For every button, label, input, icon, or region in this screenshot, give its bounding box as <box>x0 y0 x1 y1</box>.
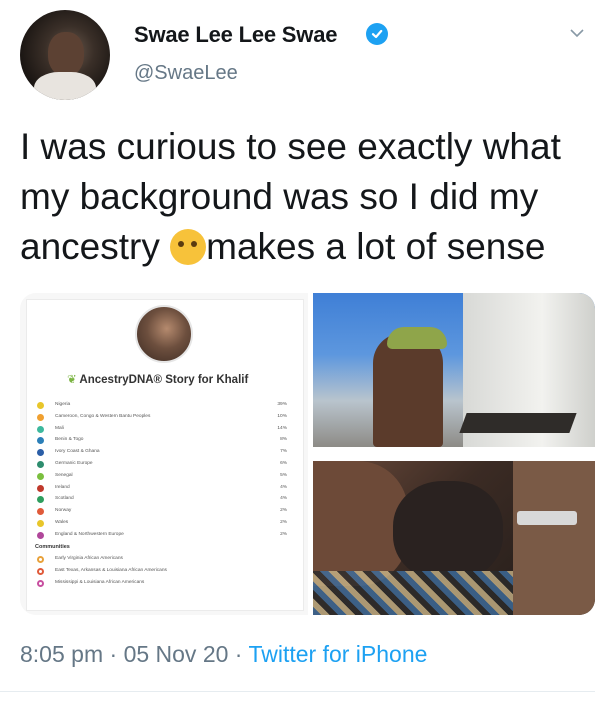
community-row: Early Virginia African Americans <box>35 554 295 566</box>
ancestry-region-row: Wales 2% <box>35 518 295 530</box>
region-percent: 2% <box>280 508 287 514</box>
ancestry-card-title: ❦ AncestryDNA® Story for Khalif <box>67 372 287 386</box>
region-label: Ireland <box>55 484 70 490</box>
ancestry-leaf-icon: ❦ <box>67 374 77 386</box>
communities-heading: Communities <box>35 543 70 550</box>
region-percent: 8% <box>280 437 287 443</box>
region-percent: 5% <box>280 472 287 478</box>
tweet-date[interactable]: 05 Nov 20 <box>124 641 229 667</box>
meta-separator: · <box>228 641 249 667</box>
ancestry-region-row: Nigeria 39% <box>35 400 295 412</box>
region-color-dot <box>37 413 44 421</box>
region-percent: 7% <box>280 449 287 455</box>
region-percent: 2% <box>280 531 287 537</box>
region-label: Benin & Togo <box>55 437 84 443</box>
ancestry-region-row: England & Northwestern Europe 2% <box>35 530 295 542</box>
region-label: Senegal <box>55 472 73 478</box>
ancestry-region-list: Nigeria 39% Cameroon, Congo & Western Bant… <box>35 400 295 590</box>
region-label: Ivory Coast & Ghana <box>55 449 100 455</box>
region-label: Mali <box>55 425 64 431</box>
media-photo-poolside[interactable] <box>313 293 595 447</box>
ancestry-region-row: Ireland 4% <box>35 483 295 495</box>
chevron-down-icon[interactable] <box>570 26 584 40</box>
ancestry-region-row: Cameroon, Congo & Western Bantu Peoples 1… <box>35 412 295 424</box>
divider <box>0 691 595 692</box>
region-color-dot <box>37 508 44 516</box>
region-percent: 6% <box>280 460 287 466</box>
community-row: Mississippi & Louisiana African American… <box>35 578 295 590</box>
region-percent: 4% <box>280 496 287 502</box>
ancestry-region-row: Senegal 5% <box>35 471 295 483</box>
region-label: Nigeria <box>55 402 71 407</box>
region-label: Cameroon, Congo & Western Bantu Peoples <box>55 413 151 419</box>
author-avatar[interactable] <box>20 10 110 100</box>
tweet-meta: 8:05 pm · 05 Nov 20 · Twitter for iPhone <box>20 641 427 668</box>
ancestry-profile-photo <box>135 305 193 363</box>
region-color-dot <box>37 484 44 492</box>
author-handle[interactable]: @SwaeLee <box>134 62 238 85</box>
region-label: Norway <box>55 508 72 514</box>
region-color-dot <box>37 449 44 457</box>
media-ancestry-card[interactable]: ❦ AncestryDNA® Story for Khalif Nigeria 3… <box>20 293 308 615</box>
community-label: East Texas, Arkansas & Louisiana African… <box>55 567 167 573</box>
verified-badge-icon <box>366 23 388 45</box>
tweet-text: I was curious to see exactly what my bac… <box>20 122 580 272</box>
region-label: Wales <box>55 519 69 525</box>
region-color-dot <box>37 496 44 504</box>
region-percent: 39% <box>277 402 287 407</box>
lounge-chair <box>459 413 577 433</box>
photo-monkey <box>393 481 503 581</box>
community-label: Mississippi & Louisiana African American… <box>55 579 145 585</box>
ancestry-region-row: Scotland 4% <box>35 494 295 506</box>
tweet-text-end: makes a lot of sense <box>206 226 546 267</box>
patterned-fabric <box>313 571 513 615</box>
region-color-dot <box>37 460 44 468</box>
ancestry-brand: AncestryDNA® <box>79 374 163 386</box>
thinking-face-icon <box>170 229 207 265</box>
region-label: Scotland <box>55 496 74 502</box>
region-label: Germanic Europe <box>55 460 93 466</box>
avatar-face <box>48 32 84 76</box>
region-color-dot <box>37 402 44 409</box>
author-display-name[interactable]: Swae Lee Lee Swae <box>134 22 337 48</box>
ancestry-region-row: Germanic Europe 6% <box>35 459 295 471</box>
ancestry-title-suffix: Story for Khalif <box>162 374 249 386</box>
region-color-dot <box>37 425 44 433</box>
tweet-source-link[interactable]: Twitter for iPhone <box>248 641 427 667</box>
region-color-dot <box>37 531 44 539</box>
tweet-time[interactable]: 8:05 pm <box>20 641 103 667</box>
region-label: England & Northwestern Europe <box>55 531 124 537</box>
region-color-dot <box>37 519 44 527</box>
community-label: Early Virginia African Americans <box>55 555 123 561</box>
community-ring-icon <box>37 555 44 563</box>
media-photo-monkey[interactable] <box>313 461 595 615</box>
wristwatch <box>517 511 577 525</box>
ancestry-region-row: Benin & Togo 8% <box>35 435 295 447</box>
community-row: East Texas, Arkansas & Louisiana African… <box>35 566 295 578</box>
region-color-dot <box>37 437 44 445</box>
ancestry-region-row: Norway 2% <box>35 506 295 518</box>
region-percent: 2% <box>280 519 287 525</box>
ancestry-region-row: Mali 14% <box>35 424 295 436</box>
region-color-dot <box>37 472 44 480</box>
region-percent: 4% <box>280 484 287 490</box>
bucket-hat <box>387 327 447 349</box>
community-ring-icon <box>37 567 44 575</box>
region-percent: 14% <box>277 425 287 431</box>
ancestry-card-inner: ❦ AncestryDNA® Story for Khalif Nigeria 3… <box>26 299 304 611</box>
photo-person <box>373 333 443 447</box>
community-ring-icon <box>37 579 44 587</box>
meta-separator: · <box>103 641 124 667</box>
ancestry-region-row: Ivory Coast & Ghana 7% <box>35 447 295 459</box>
tattooed-arm <box>513 461 595 615</box>
region-percent: 10% <box>277 413 287 419</box>
avatar-shirt <box>34 72 96 100</box>
tweet-media-grid: ❦ AncestryDNA® Story for Khalif Nigeria 3… <box>20 293 595 615</box>
